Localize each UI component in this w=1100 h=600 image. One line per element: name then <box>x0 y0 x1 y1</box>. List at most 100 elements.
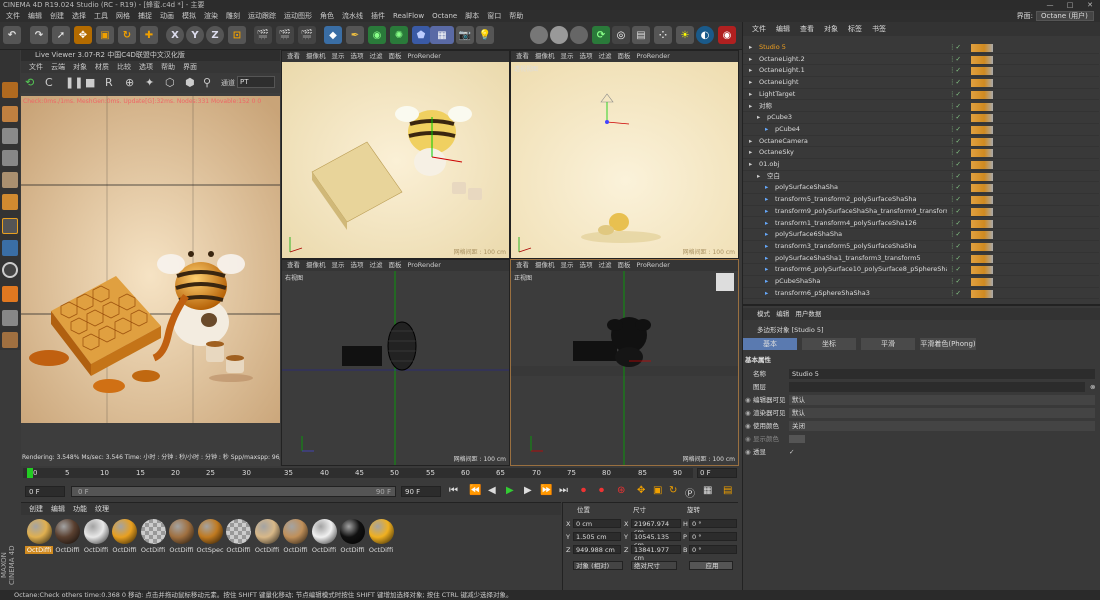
lv-menu-materials[interactable]: 材质 <box>91 61 113 73</box>
material-swatch[interactable]: OctDiffi <box>367 519 395 554</box>
object-row[interactable]: ▸ 对称 ⋮✓ <box>743 101 1099 113</box>
point-mode-icon[interactable] <box>2 150 18 166</box>
object-row[interactable]: ▸ OctaneLight.1 ⋮✓ <box>743 65 1099 78</box>
radio-icon[interactable]: ◉ <box>745 407 751 419</box>
prev-frame-icon[interactable]: ◀ <box>488 485 496 496</box>
channel-dropdown[interactable]: PT <box>237 76 275 88</box>
layer-clear-icon[interactable]: ⊗ <box>1090 381 1095 393</box>
visibility-toggle-icon[interactable]: ⋮✓ <box>949 54 961 66</box>
menu-character[interactable]: 角色 <box>316 11 338 21</box>
preview-range-slider[interactable]: 0 F 90 F <box>71 486 396 497</box>
am-menu-userdata[interactable]: 用户数据 <box>795 310 821 318</box>
material-tag-icon[interactable] <box>971 137 993 146</box>
material-tag-icon[interactable] <box>971 114 993 123</box>
keyframe-selection-icon[interactable]: ⊛ <box>617 485 625 496</box>
om-menu-bookmarks[interactable]: 书签 <box>867 22 891 36</box>
material-swatch[interactable]: OctSpec <box>196 519 224 554</box>
y-axis-lock-icon[interactable]: Y <box>186 26 204 44</box>
am-menu-edit[interactable]: 编辑 <box>776 310 789 318</box>
object-name[interactable]: OctaneLight.1 <box>759 65 947 77</box>
material-swatch[interactable]: OctDiffi <box>225 519 253 554</box>
size-x-field[interactable]: 21967.974 cm <box>631 519 681 536</box>
goto-end-icon[interactable]: ⏭ <box>559 485 568 496</box>
lv-menu-objects[interactable]: 对象 <box>69 61 91 73</box>
menu-edit[interactable]: 编辑 <box>24 11 46 21</box>
texture-mode-icon[interactable] <box>2 128 18 144</box>
object-row[interactable]: ▸ 空白 ⋮✓ <box>743 171 1099 183</box>
visibility-toggle-icon[interactable]: ⋮✓ <box>949 171 961 183</box>
workplane-icon[interactable] <box>2 286 18 302</box>
object-name[interactable]: 对称 <box>759 101 947 113</box>
maximize-button[interactable]: □ <box>1060 0 1080 10</box>
material-tag-icon[interactable] <box>971 161 993 169</box>
object-name[interactable]: transform5_transform2_polySurfaceShaSha <box>775 194 947 206</box>
rotation-h-field[interactable]: 0 ° <box>689 519 737 528</box>
visibility-toggle-icon[interactable]: ⋮✓ <box>949 112 961 124</box>
record-key-icon[interactable]: ⏺ <box>581 485 586 496</box>
object-name[interactable]: pCubeShaSha <box>775 276 947 288</box>
render-view-icon[interactable]: 🎬 <box>254 26 272 44</box>
visibility-toggle-icon[interactable]: ⋮✓ <box>949 124 961 136</box>
use-color-dropdown[interactable]: 关闭 <box>789 421 1095 431</box>
menu-plugins[interactable]: 插件 <box>367 11 389 21</box>
object-name[interactable]: OctaneSky <box>759 147 947 159</box>
visibility-toggle-icon[interactable]: ⋮✓ <box>949 182 961 194</box>
material-swatch[interactable]: OctDiffi <box>168 519 196 554</box>
vp-menu-view[interactable]: 查看 <box>513 51 532 62</box>
material-tag-icon[interactable] <box>971 79 993 88</box>
x-axis-lock-icon[interactable]: X <box>166 26 184 44</box>
radio-icon[interactable]: ◉ <box>745 433 751 445</box>
material-tag-icon[interactable] <box>971 231 993 240</box>
object-name[interactable]: transform6_polySurface10_polySurface8_pS… <box>775 264 947 276</box>
object-row[interactable]: ▸ polySurfaceShaSha1_transform3_transform… <box>743 253 1099 265</box>
vp-menu-display[interactable]: 显示 <box>558 260 577 271</box>
position-y-field[interactable]: 1.505 cm <box>573 532 621 541</box>
object-name[interactable]: OctaneLight <box>759 77 947 89</box>
vp-menu-filter[interactable]: 过滤 <box>367 260 386 271</box>
xray-checkbox[interactable]: ✓ <box>789 446 794 458</box>
make-editable-icon[interactable] <box>2 82 18 98</box>
mat-menu-function[interactable]: 功能 <box>69 503 91 515</box>
model-mode-icon[interactable] <box>2 106 18 122</box>
vp-menu-panel[interactable]: 面板 <box>615 51 634 62</box>
vp-menu-filter[interactable]: 过滤 <box>367 51 386 62</box>
key-position-icon[interactable]: ✥ <box>637 485 645 496</box>
menu-render[interactable]: 渲染 <box>200 11 222 21</box>
object-row[interactable]: ▸ pCubeShaSha ⋮✓ <box>743 276 1099 288</box>
polygon-mode-icon[interactable] <box>2 194 18 210</box>
stop-render-icon[interactable]: ■ <box>85 76 95 89</box>
display-color-swatch[interactable] <box>789 435 805 443</box>
deformer-icon[interactable]: ⬟ <box>412 26 430 44</box>
material-tag-icon[interactable] <box>971 184 993 193</box>
position-x-field[interactable]: 0 cm <box>573 519 621 528</box>
lv-menu-cloud[interactable]: 云端 <box>47 61 69 73</box>
minimize-button[interactable]: — <box>1040 0 1060 10</box>
vp-menu-panel[interactable]: 面板 <box>386 260 405 271</box>
restart-render-icon[interactable]: C <box>45 76 53 89</box>
material-tag-icon[interactable] <box>971 44 993 52</box>
undo-icon[interactable]: ↶ <box>3 26 21 44</box>
tab-phong[interactable]: 平滑着色(Phong) <box>920 338 976 350</box>
next-frame-icon[interactable]: ▶ <box>524 485 532 496</box>
object-row[interactable]: ▸ transform5_transform2_polySurfaceShaSha… <box>743 194 1099 206</box>
menu-realflow[interactable]: RealFlow <box>389 12 428 20</box>
object-name[interactable]: OctaneCamera <box>759 136 947 148</box>
object-picker-icon[interactable]: ⬢ <box>185 76 195 89</box>
menu-motion-tracking[interactable]: 运动跟踪 <box>244 11 280 21</box>
material-tag-icon[interactable] <box>971 266 993 275</box>
locked-workplane-icon[interactable] <box>2 310 18 326</box>
name-field[interactable]: Studio 5 <box>789 369 1095 379</box>
object-name[interactable]: transform6_pSphereShaSha3 <box>775 288 947 300</box>
octane-daylight-icon[interactable]: ☀ <box>676 26 694 44</box>
visibility-toggle-icon[interactable]: ⋮✓ <box>949 159 961 171</box>
key-pla-icon[interactable]: ▦ <box>703 485 712 496</box>
pen-spline-icon[interactable]: ✒ <box>346 26 364 44</box>
close-button[interactable]: ✕ <box>1080 0 1100 10</box>
viewport-perspective[interactable]: 查看 摄像机 显示 选项 过滤 面板 ProRender 透视视图 网格间距 :… <box>510 50 739 259</box>
vp-menu-view[interactable]: 查看 <box>284 260 303 271</box>
object-row[interactable]: ▸ transform6_pSphereShaSha3 ⋮✓ <box>743 288 1099 300</box>
start-frame-field[interactable]: 0 F <box>25 486 65 497</box>
apply-button[interactable]: 应用 <box>689 561 733 570</box>
menu-help[interactable]: 帮助 <box>505 11 527 21</box>
menu-snap[interactable]: 捕捉 <box>134 11 156 21</box>
